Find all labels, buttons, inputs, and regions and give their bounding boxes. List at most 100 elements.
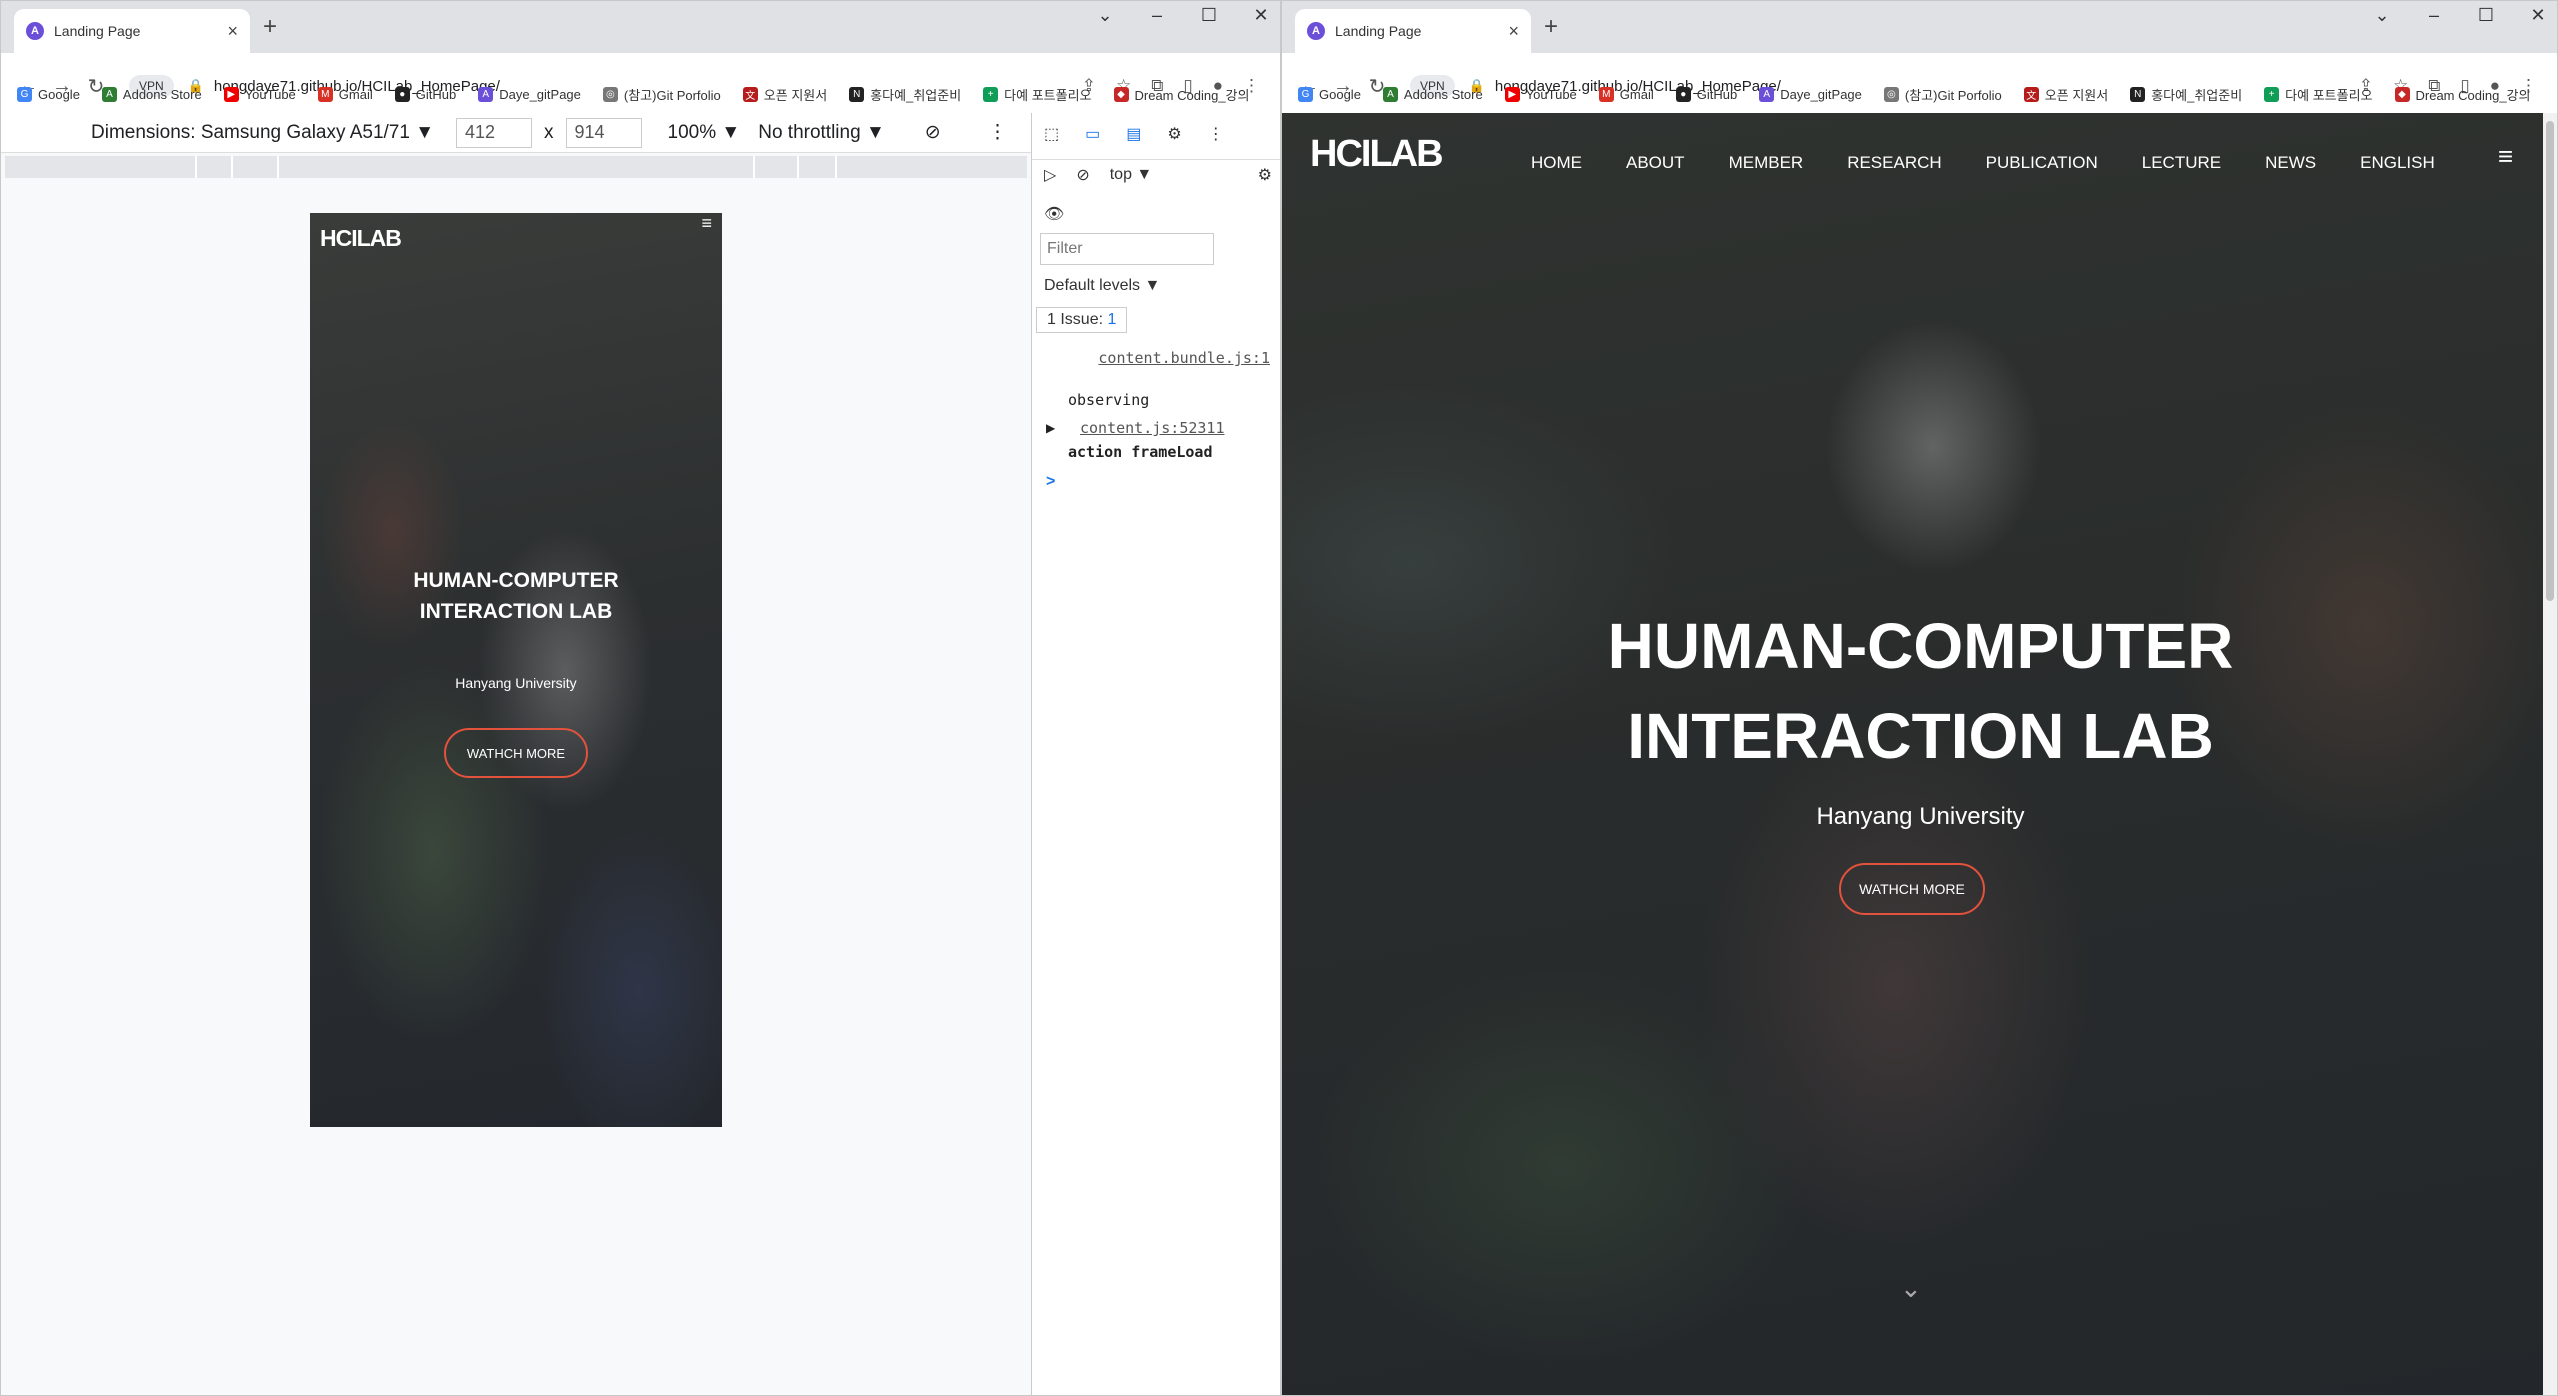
devtools-more-icon[interactable]: ⋮ bbox=[1208, 124, 1224, 144]
bookmark-item[interactable]: ▶ YouTube bbox=[1504, 86, 1577, 102]
bookmark-item[interactable]: ◎ (참고)Git Porfolio bbox=[602, 85, 721, 104]
close-window-button[interactable]: ✕ bbox=[2527, 5, 2549, 26]
nav-item-about[interactable]: ABOUT bbox=[1626, 153, 1685, 173]
nav-item-member[interactable]: MEMBER bbox=[1729, 153, 1804, 173]
console-settings-icon[interactable]: ⚙ bbox=[1258, 165, 1272, 185]
browser-window-right: A Landing Page × + ⌄ – ☐ ✕ ← → ↻ VPN 🔒 h… bbox=[1281, 0, 2558, 1396]
nav-item-research[interactable]: RESEARCH bbox=[1847, 153, 1941, 173]
console-source-link[interactable]: content.bundle.js:1 bbox=[1090, 347, 1270, 369]
close-tab-icon[interactable]: × bbox=[1508, 21, 1519, 42]
maximize-button[interactable]: ☐ bbox=[2475, 5, 2497, 26]
chevron-down-icon[interactable]: ⌄ bbox=[2371, 5, 2393, 26]
bookmark-item[interactable]: ▶ YouTube bbox=[223, 86, 296, 102]
context-select[interactable]: top ▼ bbox=[1110, 166, 1153, 184]
sidebar-toggle-icon[interactable]: ▷ bbox=[1044, 165, 1056, 185]
minimize-button[interactable]: – bbox=[1146, 5, 1168, 26]
issues-badge[interactable]: 1 Issue: 1 bbox=[1036, 307, 1128, 333]
site-logo[interactable]: HCILAB bbox=[320, 225, 402, 252]
scrollbar-thumb[interactable] bbox=[2546, 121, 2554, 601]
throttling-select[interactable]: No throttling ▼ bbox=[758, 122, 885, 144]
device-toggle-icon[interactable]: ▭ bbox=[1085, 124, 1100, 144]
tab-landing-page[interactable]: A Landing Page × bbox=[14, 9, 250, 53]
bookmark-item[interactable]: + 다예 포트폴리오 bbox=[983, 85, 1092, 104]
close-window-button[interactable]: ✕ bbox=[1250, 5, 1272, 26]
watch-more-button[interactable]: WATHCH MORE bbox=[444, 728, 588, 778]
ruler-segment bbox=[277, 156, 279, 178]
site-logo[interactable]: HCILAB bbox=[1310, 133, 1444, 176]
bookmark-item[interactable]: A Daye_gitPage bbox=[1759, 86, 1862, 102]
bookmark-item[interactable]: G Google bbox=[1298, 86, 1361, 102]
favicon-icon: A bbox=[26, 22, 44, 40]
minimize-button[interactable]: – bbox=[2423, 5, 2445, 26]
hero-title: HUMAN-COMPUTER INTERACTION LAB bbox=[1282, 601, 2557, 781]
favicon-icon: A bbox=[1307, 22, 1325, 40]
bookmark-item[interactable]: ◎ (참고)Git Porfolio bbox=[1883, 85, 2002, 104]
ruler-segment bbox=[231, 156, 233, 178]
tab-title: Landing Page bbox=[54, 23, 141, 39]
close-tab-icon[interactable]: × bbox=[227, 21, 238, 42]
chevron-down-icon[interactable]: ⌄ bbox=[1094, 5, 1116, 26]
console-filter-input[interactable]: Filter bbox=[1040, 233, 1214, 265]
hero-title-line1: HUMAN-COMPUTER bbox=[1607, 610, 2234, 682]
hamburger-menu-icon[interactable]: ≡ bbox=[2498, 141, 2513, 172]
zoom-select[interactable]: 100% ▼ bbox=[668, 122, 741, 144]
bookmark-item[interactable]: A Addons Store bbox=[1382, 86, 1483, 102]
ruler-segment bbox=[195, 156, 197, 178]
more-options-icon[interactable]: ⋮ bbox=[988, 121, 1007, 144]
bookmark-item[interactable]: G Google bbox=[17, 86, 80, 102]
log-levels-select[interactable]: Default levels ▼ bbox=[1044, 277, 1160, 295]
hero-title-line2: INTERACTION LAB bbox=[1627, 700, 2214, 772]
nav-item-home[interactable]: HOME bbox=[1531, 153, 1582, 173]
new-tab-button[interactable]: + bbox=[1544, 13, 1558, 41]
eye-icon[interactable]: 👁 bbox=[1044, 204, 1064, 224]
inspect-icon[interactable]: ⬚ bbox=[1044, 124, 1059, 144]
expand-triangle-icon[interactable]: ▶ bbox=[1046, 421, 1055, 435]
new-tab-button[interactable]: + bbox=[263, 13, 277, 41]
nav-item-publication[interactable]: PUBLICATION bbox=[1986, 153, 2098, 173]
bookmark-item[interactable]: A Addons Store bbox=[101, 86, 202, 102]
bookmark-item[interactable]: M Gmail bbox=[1598, 86, 1654, 102]
bookmark-item[interactable]: ● GitHub bbox=[1675, 86, 1737, 102]
scroll-down-chevron-icon[interactable]: ⌄ bbox=[1900, 1273, 1922, 1304]
bookmarks-bar: G Google A Addons Store ▶ YouTube M Gmail ● G… bbox=[1282, 81, 2557, 107]
bookmark-item[interactable]: ● GitHub bbox=[394, 86, 456, 102]
device-toolbar: Dimensions: Samsung Galaxy A51/71 ▼ 412 … bbox=[1, 113, 1031, 153]
bookmark-item[interactable]: N 홍다예_취업준비 bbox=[849, 85, 961, 104]
bookmark-item[interactable]: N 홍다예_취업준비 bbox=[2130, 85, 2242, 104]
maximize-button[interactable]: ☐ bbox=[1198, 5, 1220, 26]
device-dimensions-select[interactable]: Dimensions: Samsung Galaxy A51/71 ▼ bbox=[91, 122, 434, 144]
tab-landing-page[interactable]: A Landing Page × bbox=[1295, 9, 1531, 53]
clear-console-icon[interactable]: ⊘ bbox=[1076, 165, 1089, 185]
media-query-ruler[interactable] bbox=[5, 156, 1027, 178]
settings-gear-icon[interactable]: ⚙ bbox=[1167, 124, 1181, 144]
levels-row: Default levels ▼ bbox=[1032, 271, 1280, 301]
bookmark-item[interactable]: 文 오픈 지원서 bbox=[2023, 85, 2108, 104]
console-message: action frameLoad bbox=[1068, 443, 1213, 461]
bookmark-item[interactable]: + 다예 포트폴리오 bbox=[2264, 85, 2373, 104]
hero-subtitle: Hanyang University bbox=[455, 675, 577, 691]
tab-strip: A Landing Page × + ⌄ – ☐ ✕ bbox=[1282, 1, 2557, 53]
bookmark-item[interactable]: ◆ Dream Coding_강의 bbox=[2394, 85, 2530, 104]
nav-item-english[interactable]: ENGLISH bbox=[2360, 153, 2435, 173]
device-viewport: HCILAB ≡ HUMAN-COMPUTER INTERACTION LAB … bbox=[310, 213, 722, 1127]
watch-more-button[interactable]: WATHCH MORE bbox=[1839, 863, 1985, 915]
hamburger-menu-icon[interactable]: ≡ bbox=[701, 213, 712, 234]
console-tab-icon[interactable]: ▤ bbox=[1126, 124, 1141, 144]
issues-label: 1 Issue: bbox=[1047, 311, 1104, 328]
window-controls: ⌄ – ☐ ✕ bbox=[2371, 5, 2549, 26]
device-width-input[interactable]: 412 bbox=[456, 117, 533, 148]
hero-background-image bbox=[310, 213, 722, 1127]
device-height-input[interactable]: 914 bbox=[565, 117, 642, 148]
bookmark-item[interactable]: M Gmail bbox=[317, 86, 373, 102]
rotate-icon[interactable]: ⊘ bbox=[925, 121, 941, 144]
bookmark-item[interactable]: 文 오픈 지원서 bbox=[742, 85, 827, 104]
bookmark-item[interactable]: A Daye_gitPage bbox=[478, 86, 581, 102]
nav-item-lecture[interactable]: LECTURE bbox=[2142, 153, 2221, 173]
console-source-link[interactable]: content.js:52311 bbox=[1080, 419, 1225, 437]
bookmark-item[interactable]: ◆ Dream Coding_강의 bbox=[1113, 85, 1249, 104]
nav-item-news[interactable]: NEWS bbox=[2265, 153, 2316, 173]
vertical-scrollbar[interactable] bbox=[2543, 113, 2557, 1395]
ruler-segment bbox=[753, 156, 755, 178]
console-toolbar: ▷ ⊘ top ▼ ⚙ bbox=[1032, 159, 1280, 189]
console-prompt[interactable]: > bbox=[1046, 473, 1055, 491]
